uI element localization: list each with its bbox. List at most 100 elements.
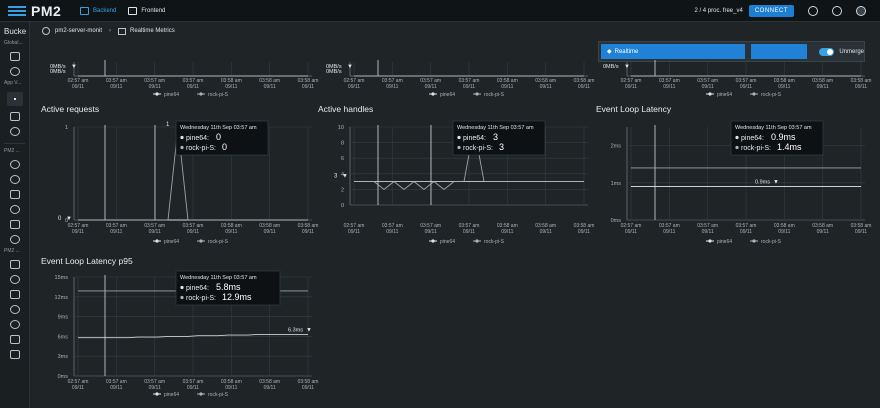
- legend-label: rock-pi-S: [208, 392, 229, 398]
- x-tick-date: 09/11: [110, 385, 122, 391]
- y-unit-label: 0MB/s: [50, 69, 66, 75]
- y-tick-label: 10: [338, 125, 344, 131]
- y-tick-label: 2: [341, 187, 344, 193]
- tooltip-series-name: pine64:: [741, 135, 764, 142]
- x-tick-date: 09/11: [302, 84, 314, 90]
- tooltip-dot: [735, 135, 739, 140]
- legend-label: pine64: [164, 92, 179, 98]
- x-tick-date: 09/11: [740, 229, 752, 235]
- x-tick-date: 09/11: [187, 229, 199, 235]
- tooltip-dot: [457, 145, 461, 150]
- x-tick-date: 09/11: [302, 385, 314, 391]
- y-tick-label: 2ms: [611, 144, 622, 150]
- x-tick-date: 09/11: [425, 84, 437, 90]
- tooltip-dot: [180, 135, 184, 140]
- x-tick-date: 09/11: [225, 385, 237, 391]
- x-tick-date: 09/11: [663, 84, 675, 90]
- x-tick-date: 09/11: [425, 229, 437, 235]
- legend-dot: [155, 239, 159, 243]
- tooltip-series-value: 5.8ms: [216, 282, 241, 292]
- x-tick-date: 09/11: [463, 84, 475, 90]
- tooltip-series-value: 12.9ms: [222, 292, 252, 302]
- y-unit-label: 0MB/s: [603, 64, 619, 70]
- y-tick-label: 3ms: [58, 354, 69, 360]
- x-tick-date: 09/11: [348, 84, 360, 90]
- x-tick-date: 09/11: [702, 84, 714, 90]
- tooltip-series-name: rock-pi-S:: [186, 145, 216, 152]
- legend-label: rock-pi-S: [484, 239, 505, 245]
- tooltip-date: Wednesday 11th Sep 03:57 am: [180, 125, 257, 131]
- x-tick-date: 09/11: [225, 229, 237, 235]
- y-tick-label: 15ms: [55, 275, 69, 281]
- x-tick-date: 09/11: [386, 84, 398, 90]
- x-tick-date: 09/11: [225, 84, 237, 90]
- legend-label: pine64: [717, 239, 732, 245]
- tooltip-series-name: pine64:: [186, 285, 209, 292]
- marker-arrow-icon: ▼: [71, 64, 77, 70]
- legend-dot: [431, 92, 435, 96]
- legend-label: pine64: [440, 92, 455, 98]
- charts-layer: 02:57 am09/1103:57 am09/1103:57 am09/110…: [50, 60, 871, 398]
- x-tick-date: 09/11: [149, 229, 161, 235]
- start-marker-icon: ▼: [66, 216, 72, 222]
- y-tick-label: 12ms: [55, 295, 69, 301]
- tooltip-dot: [457, 135, 461, 140]
- start-marker-icon: ▼: [342, 174, 348, 180]
- legend-label: pine64: [717, 92, 732, 98]
- x-tick-date: 09/11: [264, 229, 276, 235]
- x-tick-date: 09/11: [302, 229, 314, 235]
- legend-dot: [155, 392, 159, 396]
- y-tick-label: 9ms: [58, 315, 69, 321]
- tooltip-series-value: 3: [493, 132, 498, 142]
- legend-dot: [431, 239, 435, 243]
- x-tick-date: 09/11: [817, 84, 829, 90]
- y-tick-label: 6: [341, 156, 344, 162]
- x-tick-date: 09/11: [855, 229, 867, 235]
- x-tick-date: 09/11: [264, 84, 276, 90]
- legend-dot: [155, 92, 159, 96]
- legend-dot: [199, 392, 203, 396]
- tooltip-series-name: pine64:: [463, 135, 486, 142]
- start-value-label: 3: [334, 174, 338, 180]
- legend-label: rock-pi-S: [208, 239, 229, 245]
- x-tick-date: 09/11: [540, 84, 552, 90]
- x-tick-date: 09/11: [778, 84, 790, 90]
- x-tick-date: 09/11: [187, 385, 199, 391]
- legend-dot: [708, 92, 712, 96]
- x-tick-date: 09/11: [501, 229, 513, 235]
- y-tick-label: 8: [341, 141, 344, 147]
- legend-label: rock-pi-S: [761, 239, 782, 245]
- tooltip-series-value: 0: [222, 142, 227, 152]
- tooltip-series-value: 0: [216, 132, 221, 142]
- legend-label: pine64: [164, 392, 179, 398]
- marker-arrow-icon: ▼: [347, 64, 353, 70]
- y-tick-label: 6ms: [58, 334, 69, 340]
- x-tick-date: 09/11: [187, 84, 199, 90]
- legend-dot: [752, 239, 756, 243]
- x-tick-date: 09/11: [578, 229, 590, 235]
- x-tick-date: 09/11: [663, 229, 675, 235]
- legend-dot: [752, 92, 756, 96]
- tooltip-dot: [735, 145, 739, 150]
- x-tick-date: 09/11: [149, 84, 161, 90]
- y-tick-label: 0: [341, 203, 344, 209]
- end-marker-icon: ▼: [773, 180, 779, 186]
- y-tick-label: 1: [65, 125, 68, 131]
- legend-dot: [199, 239, 203, 243]
- marker-arrow-icon: ▼: [624, 64, 630, 70]
- x-tick-date: 09/11: [110, 84, 122, 90]
- x-tick-date: 09/11: [702, 229, 714, 235]
- x-tick-date: 09/11: [386, 229, 398, 235]
- tooltip-date: Wednesday 11th Sep 03:57 am: [735, 125, 812, 131]
- legend-label: rock-pi-S: [761, 92, 782, 98]
- x-tick-date: 09/11: [817, 229, 829, 235]
- end-value-label: 0.9ms: [755, 180, 770, 186]
- legend-label: rock-pi-S: [484, 92, 505, 98]
- x-tick-date: 09/11: [540, 229, 552, 235]
- legend-dot: [475, 239, 479, 243]
- legend-label: pine64: [164, 239, 179, 245]
- legend-dot: [199, 92, 203, 96]
- x-tick-date: 09/11: [463, 229, 475, 235]
- x-tick-date: 09/11: [72, 84, 84, 90]
- y-tick-label: 0ms: [611, 218, 622, 224]
